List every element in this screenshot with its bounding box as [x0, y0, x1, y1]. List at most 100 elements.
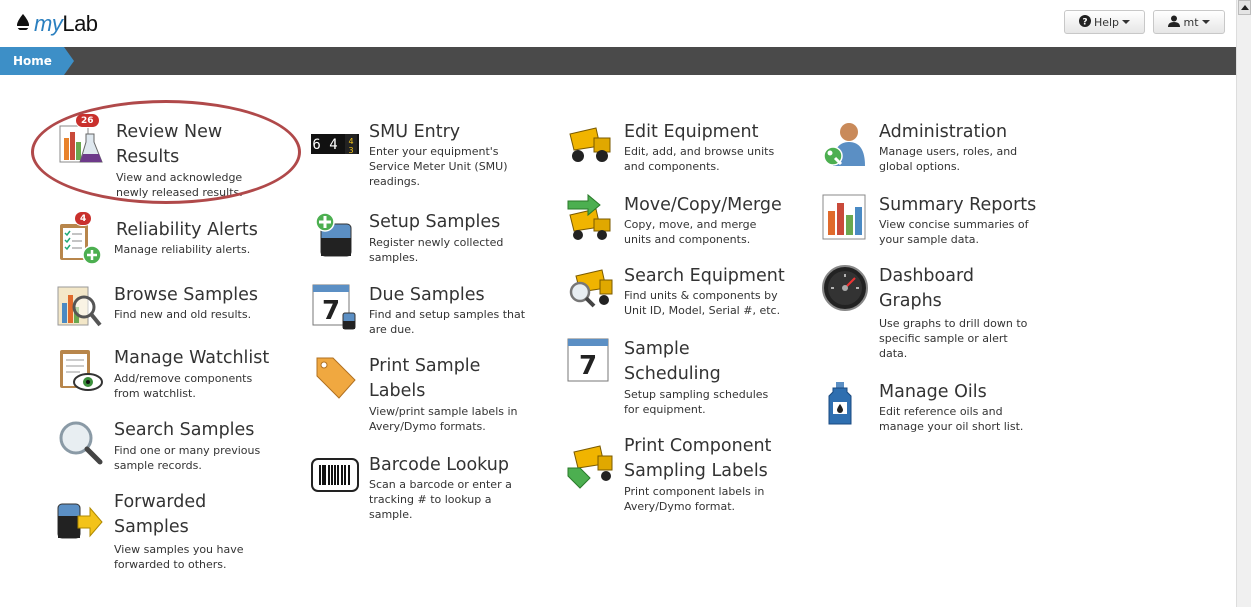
- tile-title: Manage Oils: [879, 382, 987, 402]
- tile-due-samples[interactable]: 7 Due Samples Find and setup samples tha…: [311, 283, 541, 343]
- tile-title: Print Component: [624, 436, 772, 456]
- tile-administration[interactable]: Administration Manage users, roles, and …: [821, 120, 1061, 180]
- tile-desc-line3: data.: [879, 347, 908, 360]
- user-menu-button[interactable]: mt: [1153, 10, 1225, 34]
- alerts-count-badge: 4: [74, 211, 93, 226]
- tile-desc-line2: for equipment.: [624, 403, 706, 416]
- bar-chart-report-icon: [821, 193, 869, 241]
- calendar-icon: 7: [311, 283, 359, 331]
- tile-manage-oils[interactable]: Manage Oils Edit reference oils and mana…: [821, 380, 1061, 440]
- tile-desc-line2: global options.: [879, 160, 961, 173]
- breadcrumb-home[interactable]: Home: [0, 47, 74, 75]
- svg-text:7: 7: [322, 296, 340, 326]
- tile-desc: Scan a barcode or enter a: [369, 478, 512, 491]
- highlight-circle-annotation: [31, 100, 301, 204]
- tile-desc: Find one or many previous: [114, 444, 261, 457]
- tile-title-line2: Labels: [369, 381, 426, 401]
- tile-title-line2: Sampling Labels: [624, 461, 768, 481]
- add-sample-icon: [311, 210, 359, 258]
- oil-drop-icon: [14, 13, 32, 35]
- tile-move-copy-merge[interactable]: Move/Copy/Merge Copy, move, and merge un…: [566, 193, 806, 253]
- forward-arrow-icon: [56, 498, 104, 546]
- tile-reliability-alerts[interactable]: 4 Reliability Alerts Manage reliability …: [56, 211, 286, 266]
- tile-sample-scheduling[interactable]: 7 Sample Scheduling Setup sampling sched…: [566, 337, 806, 421]
- tile-title: Sample: [624, 339, 690, 359]
- tile-title: Search Equipment: [624, 266, 785, 286]
- tile-desc-line2: tracking # to lookup a: [369, 493, 492, 506]
- svg-text:?: ?: [1082, 17, 1087, 27]
- tile-desc: Edit reference oils and: [879, 405, 1003, 418]
- tile-desc: Setup sampling schedules: [624, 388, 769, 401]
- tile-desc: Print component labels in: [624, 485, 765, 498]
- tile-title: Forwarded: [114, 492, 207, 512]
- tile-title-line2: Scheduling: [624, 364, 721, 384]
- move-truck-icon: [566, 193, 614, 241]
- tile-forwarded-samples[interactable]: Forwarded Samples View samples you have …: [56, 490, 286, 576]
- help-label: Help: [1093, 15, 1120, 29]
- tile-desc-line3: sample.: [369, 508, 413, 521]
- tile-title: SMU Entry: [369, 122, 461, 142]
- tile-search-samples[interactable]: Search Samples Find one or many previous…: [56, 418, 286, 474]
- top-header: myLab ? Help mt: [0, 0, 1236, 46]
- watchlist-eye-icon: [56, 346, 104, 394]
- tile-desc: Edit, add, and browse units: [624, 145, 775, 158]
- tile-print-component-labels[interactable]: Print Component Sampling Labels Print co…: [566, 434, 806, 520]
- tile-desc: Find and setup samples that: [369, 308, 526, 321]
- tile-desc-line2: are due.: [369, 323, 415, 336]
- breadcrumb: Home: [0, 47, 1236, 75]
- tile-title-line2: Samples: [114, 517, 189, 537]
- help-button[interactable]: ? Help: [1064, 10, 1145, 34]
- user-icon: [1168, 15, 1181, 30]
- tile-desc-line2: Avery/Dymo format.: [624, 500, 736, 513]
- mylab-logo[interactable]: myLab: [14, 11, 98, 37]
- tile-desc-line2: Avery/Dymo formats.: [369, 420, 486, 433]
- tile-title: Barcode Lookup: [369, 455, 509, 475]
- tag-label-icon: [311, 354, 359, 402]
- tile-browse-samples[interactable]: Browse Samples Find new and old results.: [56, 283, 286, 331]
- tile-title: Print Sample: [369, 356, 481, 376]
- tile-manage-watchlist[interactable]: Manage Watchlist Add/remove components f…: [56, 346, 286, 402]
- tile-desc-line2: specific sample or alert: [879, 332, 1008, 345]
- vertical-scrollbar[interactable]: [1236, 0, 1251, 607]
- magnifying-glass-icon: [56, 418, 104, 466]
- tile-desc: View samples you have: [114, 543, 244, 556]
- barcode-icon: [311, 453, 359, 501]
- calendar-icon: 7: [566, 337, 614, 385]
- tile-desc-line2: from watchlist.: [114, 387, 196, 400]
- tile-desc: Use graphs to drill down to: [879, 317, 1028, 330]
- tile-desc-line2: forwarded to others.: [114, 558, 227, 571]
- tile-title: Browse Samples: [114, 285, 259, 305]
- tile-smu-entry[interactable]: 6 4 43 SMU Entry Enter your equipment's …: [311, 120, 541, 196]
- tile-title-line2: Graphs: [879, 291, 942, 311]
- tile-desc: Enter your equipment's: [369, 145, 499, 158]
- tile-search-equipment[interactable]: Search Equipment Find units & components…: [566, 264, 806, 324]
- user-label: mt: [1183, 15, 1199, 29]
- tile-dashboard-graphs[interactable]: Dashboard Graphs Use graphs to drill dow…: [821, 264, 1061, 364]
- tile-desc: Register newly collected: [369, 236, 504, 249]
- oil-bottle-icon: [821, 380, 869, 428]
- tile-title: Move/Copy/Merge: [624, 195, 782, 215]
- scroll-up-arrow-icon[interactable]: [1238, 0, 1251, 15]
- tile-desc-line2: your sample data.: [879, 233, 979, 246]
- tile-summary-reports[interactable]: Summary Reports View concise summaries o…: [821, 193, 1061, 253]
- logo-text: myLab: [34, 11, 98, 36]
- tile-desc-line2: Unit ID, Model, Serial #, etc.: [624, 304, 781, 317]
- dump-truck-icon: [566, 120, 614, 168]
- tile-desc: Manage reliability alerts.: [114, 243, 251, 256]
- chevron-down-icon: [1201, 20, 1210, 24]
- tile-desc: Manage users, roles, and: [879, 145, 1018, 158]
- tile-desc: View/print sample labels in: [369, 405, 518, 418]
- tile-desc-line2: samples.: [369, 251, 419, 264]
- tile-title: Edit Equipment: [624, 122, 759, 142]
- tile-print-sample-labels[interactable]: Print Sample Labels View/print sample la…: [311, 354, 541, 438]
- tile-desc-line2: Service Meter Unit (SMU): [369, 160, 508, 173]
- tile-desc-line2: units and components.: [624, 233, 751, 246]
- tile-title: Reliability Alerts: [116, 220, 258, 240]
- tile-barcode-lookup[interactable]: Barcode Lookup Scan a barcode or enter a…: [311, 453, 541, 529]
- tile-title: Setup Samples: [369, 212, 501, 232]
- tile-title: Search Samples: [114, 420, 255, 440]
- tile-setup-samples[interactable]: Setup Samples Register newly collected s…: [311, 208, 541, 268]
- tile-edit-equipment[interactable]: Edit Equipment Edit, add, and browse uni…: [566, 120, 806, 180]
- browse-magnifier-icon: [56, 283, 104, 331]
- tile-desc: View concise summaries of: [879, 218, 1029, 231]
